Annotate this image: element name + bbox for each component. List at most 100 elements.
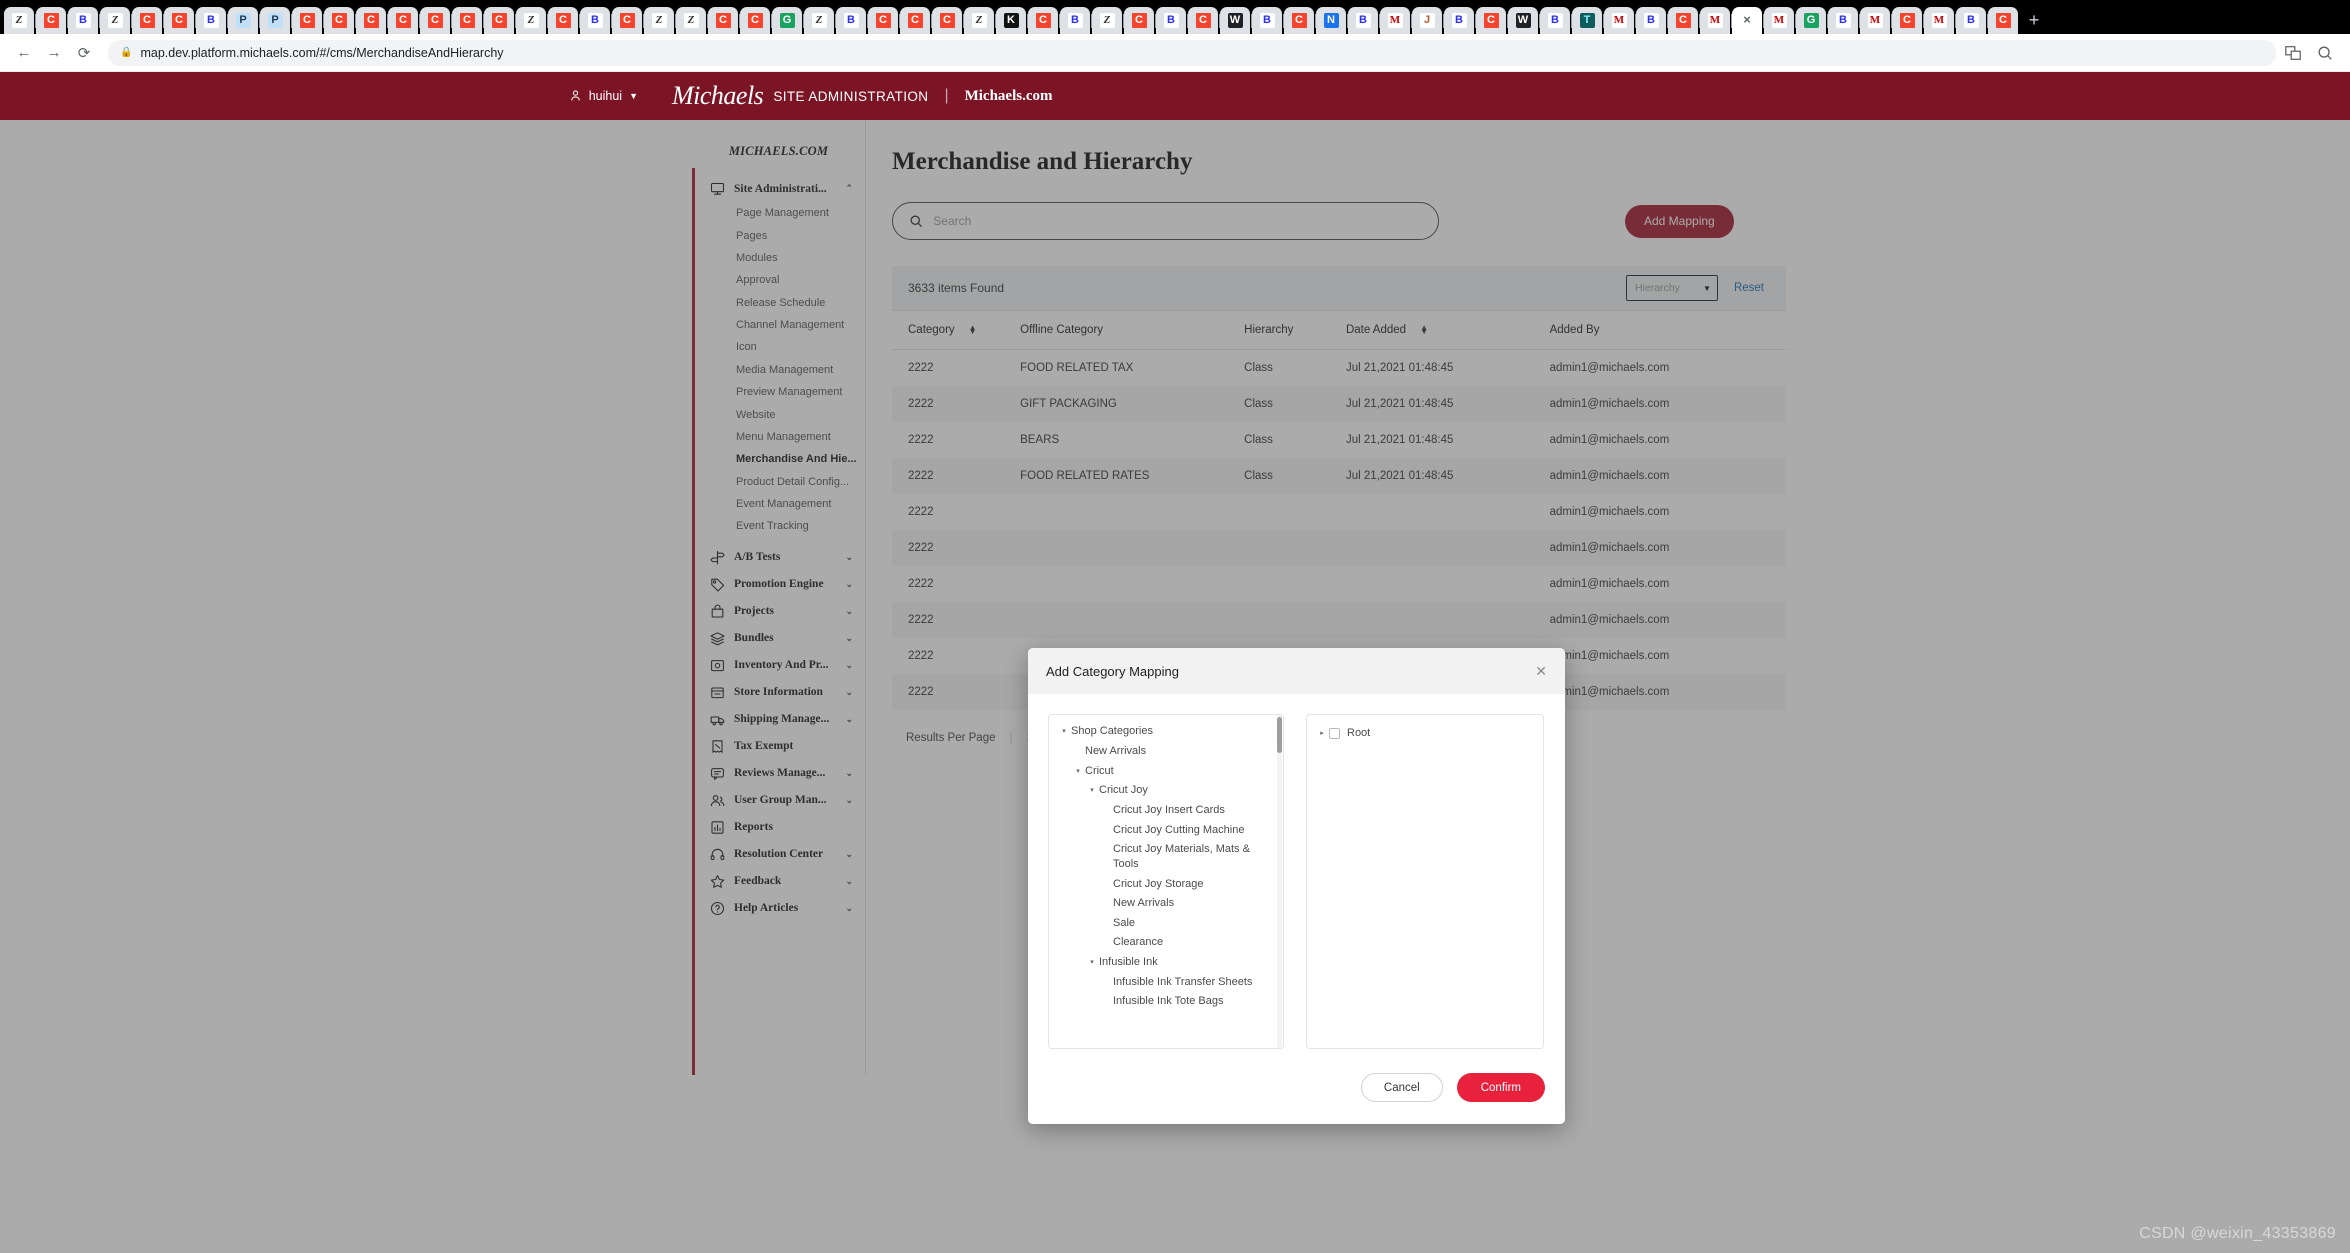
caret-down-icon[interactable]: ▾ [1057,724,1071,736]
caret-down-icon[interactable]: ▾ [1085,955,1099,967]
browser-tab[interactable]: Z [4,7,36,34]
browser-tab[interactable]: C [164,7,196,34]
browser-tab[interactable]: M [1700,7,1732,34]
forward-arrow-icon[interactable]: → [40,39,68,67]
tree-scrollbar-track[interactable] [1277,715,1282,1048]
browser-tab[interactable]: C [1892,7,1924,34]
source-tree-node[interactable]: ▾ Cricut Joy [1049,781,1283,801]
url-bar[interactable]: 🔒 map.dev.platform.michaels.com/#/cms/Me… [108,39,2276,66]
browser-tab[interactable]: C [292,7,324,34]
browser-tab[interactable]: C [420,7,452,34]
browser-tab[interactable]: W [1220,7,1252,34]
tree-scrollbar-thumb[interactable] [1277,717,1282,753]
tab-favicon-icon: Z [107,13,123,28]
tree-checkbox[interactable] [1329,728,1340,740]
caret-down-icon[interactable]: ▾ [1085,783,1099,795]
browser-tab[interactable]: C [932,7,964,34]
source-tree-node[interactable]: ·Clearance [1049,933,1283,953]
browser-tab[interactable]: B [836,7,868,34]
confirm-button[interactable]: Confirm [1456,1073,1545,1102]
browser-tab[interactable]: Z [1092,7,1124,34]
browser-tab[interactable]: Z [516,7,548,34]
browser-tab[interactable]: B [196,7,228,34]
browser-tab[interactable]: B [68,7,100,34]
browser-tab[interactable]: Z [100,7,132,34]
browser-tab[interactable]: C [1284,7,1316,34]
source-tree-node[interactable]: ▾ Shop Categories [1049,722,1283,742]
caret-down-icon[interactable]: ▾ [1071,764,1085,776]
browser-tab[interactable]: C [1988,7,2018,34]
caret-right-icon[interactable]: ▸ [1315,726,1329,738]
browser-tab[interactable]: M [1924,7,1956,34]
back-arrow-icon[interactable]: ← [10,39,38,67]
browser-tab[interactable]: C [740,7,772,34]
source-tree-node[interactable]: ·Cricut Joy Cutting Machine [1049,820,1283,840]
browser-tab[interactable]: M [1380,7,1412,34]
source-tree-node[interactable]: ·Cricut Joy Insert Cards [1049,801,1283,821]
browser-tab[interactable]: G [1796,7,1828,34]
cancel-button[interactable]: Cancel [1360,1073,1443,1102]
browser-tab[interactable]: B [1156,7,1188,34]
browser-tab[interactable]: M [1764,7,1796,34]
new-tab-button[interactable]: + [2020,6,2048,34]
browser-tab[interactable]: B [1540,7,1572,34]
browser-tab[interactable]: M [1860,7,1892,34]
browser-tab[interactable]: J [1412,7,1444,34]
browser-tab[interactable]: C [452,7,484,34]
browser-tab[interactable]: C [324,7,356,34]
browser-tab[interactable]: B [1956,7,1988,34]
source-tree-node[interactable]: ·Cricut Joy Materials, Mats & Tools [1049,840,1283,874]
browser-tab[interactable]: B [1636,7,1668,34]
browser-tab[interactable]: C [356,7,388,34]
browser-tab[interactable]: W [1508,7,1540,34]
browser-tab[interactable]: T [1572,7,1604,34]
target-tree-node[interactable]: ▸ Root [1307,724,1543,744]
source-tree-node[interactable]: ·Infusible Ink Transfer Sheets [1049,972,1283,992]
browser-tab[interactable]: C [1028,7,1060,34]
target-hierarchy-tree[interactable]: ▸ Root [1306,714,1544,1049]
browser-tab[interactable]: G [772,7,804,34]
browser-tab[interactable]: C [612,7,644,34]
browser-tab[interactable]: C [1188,7,1220,34]
browser-tab-active[interactable]: × [1732,7,1764,34]
source-tree-node[interactable]: ·Infusible Ink Tote Bags [1049,992,1283,1012]
browser-tab[interactable]: C [868,7,900,34]
source-tree-node[interactable]: ·New Arrivals [1049,894,1283,914]
browser-tab[interactable]: B [1252,7,1284,34]
browser-tab[interactable]: B [1348,7,1380,34]
source-tree-node[interactable]: ·New Arrivals [1049,742,1283,762]
browser-tab[interactable]: Z [804,7,836,34]
search-magnifier-icon[interactable] [2316,44,2334,62]
browser-tab[interactable]: C [900,7,932,34]
browser-tab[interactable]: B [1060,7,1092,34]
browser-tab[interactable]: Z [676,7,708,34]
source-tree-node[interactable]: ·Cricut Joy Storage [1049,874,1283,894]
browser-tab[interactable]: C [388,7,420,34]
source-tree-node[interactable]: ·Sale [1049,913,1283,933]
source-tree-node[interactable]: ▾ Infusible Ink [1049,953,1283,973]
browser-tab[interactable]: K [996,7,1028,34]
user-menu[interactable]: huihui ▼ [569,72,638,120]
browser-tab[interactable]: Z [644,7,676,34]
browser-tab[interactable]: C [1124,7,1156,34]
source-category-tree[interactable]: ▾Shop Categories·New Arrivals▾Cricut▾Cri… [1048,714,1284,1049]
browser-tab[interactable]: C [708,7,740,34]
browser-tab[interactable]: Z [964,7,996,34]
browser-tab[interactable]: C [1668,7,1700,34]
browser-tab[interactable]: B [1828,7,1860,34]
browser-tab[interactable]: M [1604,7,1636,34]
source-tree-node[interactable]: ▾ Cricut [1049,761,1283,781]
browser-tab[interactable]: C [1476,7,1508,34]
browser-tab[interactable]: C [36,7,68,34]
translate-icon[interactable] [2284,44,2302,62]
close-icon[interactable]: ✕ [1535,663,1547,680]
browser-tab[interactable]: N [1316,7,1348,34]
browser-tab[interactable]: C [548,7,580,34]
browser-tab[interactable]: P [228,7,260,34]
browser-tab[interactable]: B [1444,7,1476,34]
browser-tab[interactable]: C [484,7,516,34]
browser-tab[interactable]: B [580,7,612,34]
browser-tab[interactable]: P [260,7,292,34]
browser-tab[interactable]: C [132,7,164,34]
reload-icon[interactable]: ⟳ [70,39,98,67]
